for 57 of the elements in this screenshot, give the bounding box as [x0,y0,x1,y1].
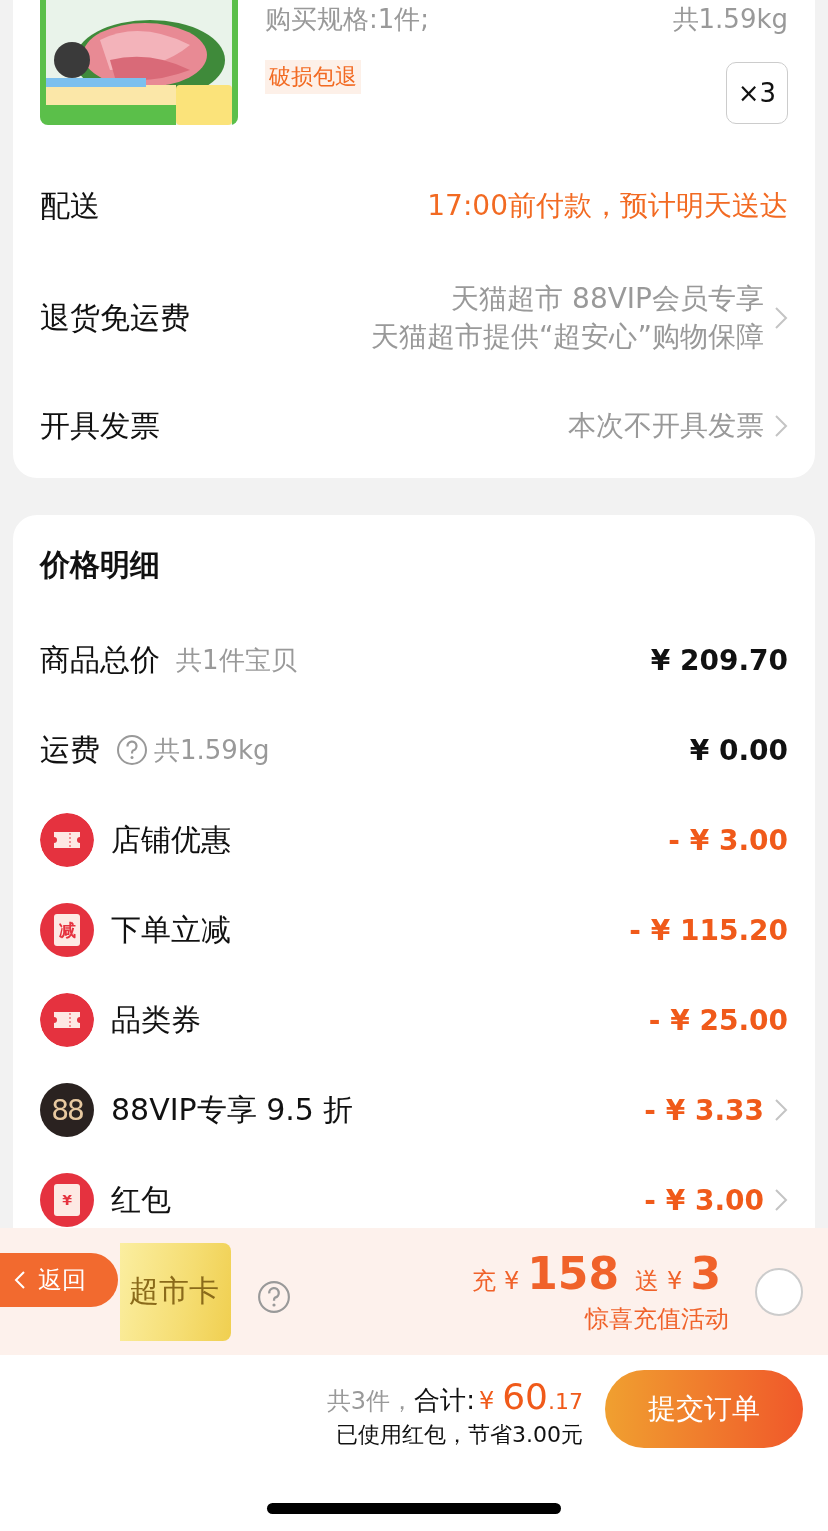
submit-order-button[interactable]: 提交订单 [605,1370,803,1448]
quantity-button[interactable]: ×3 [726,62,788,124]
spec-text: 购买规格:1件; [265,3,430,36]
help-icon[interactable] [257,1279,291,1314]
offer-amount: 3 [690,1248,721,1299]
chevron-icon[interactable] [774,1098,788,1122]
offer-amount: 158 [527,1248,620,1299]
back-icon [14,1269,26,1290]
row-label: 配送 [40,186,100,225]
radio-button[interactable] [755,1267,803,1316]
return-tag: 破损包退 [265,60,361,94]
chevron-icon[interactable] [774,414,788,438]
row-value: 天猫超市 88VIP会员专享 [451,281,764,317]
total-label: 合计: [414,1384,475,1417]
chevron-icon[interactable] [774,1188,788,1212]
total-amount: 60 [502,1376,548,1417]
price-amount: - ¥ 115.20 [629,913,788,947]
currency-sign: ¥ [667,1267,683,1295]
chevron-icon[interactable] [774,306,788,330]
price-label: 商品总价 [40,640,160,679]
price-note: 共1件宝贝 [176,643,297,677]
row-value: 17:00前付款，预计明天送达 [427,188,788,224]
section-title: 价格明细 [40,546,161,584]
price-amount: ¥ 209.70 [650,643,788,677]
ticket-icon [40,813,94,867]
price-amount: - ¥ 3.00 [668,823,788,857]
currency-sign: ¥ [478,1387,495,1415]
price-label: 运费 [40,730,100,769]
price-amount: - ¥ 25.00 [648,1003,788,1037]
price-amount: ¥ 0.00 [689,733,788,767]
help-icon[interactable] [116,734,148,766]
price-amount: - ¥ 3.00 [644,1183,764,1217]
price-label: 红包 [111,1180,171,1219]
price-label: 品类券 [111,1000,201,1039]
price-label: 88VIP专享 9.5 折 [111,1090,354,1129]
row-value: 天猫超市提供“超安心”购物保障 [371,319,764,355]
row-label: 退货免运费 [40,298,190,337]
price-note: 共1.59kg [154,733,270,767]
ticket-icon [40,993,94,1047]
savings-note: 已使用红包，节省3.00元 [336,1421,583,1449]
discount-icon: 减 [40,903,94,957]
weight-text: 共1.59kg [672,3,788,36]
vip-icon: 88 [40,1083,94,1137]
item-count: 共3件， [326,1386,415,1417]
envelope-icon: ¥ [40,1173,94,1227]
row-value: 本次不开具发票 [568,408,764,444]
price-amount: - ¥ 3.33 [644,1093,764,1127]
offer-label: 送 [635,1266,660,1297]
offer-caption: 惊喜充值活动 [585,1304,729,1335]
back-button[interactable]: 返回 [0,1252,118,1307]
gift-card[interactable]: 超市卡 [120,1242,231,1341]
row-label: 开具发票 [40,406,160,445]
price-label: 下单立减 [111,910,231,949]
total-decimal: .17 [548,1389,583,1414]
currency-sign: ¥ [503,1267,520,1295]
price-label: 店铺优惠 [111,820,231,859]
offer-label: 充 [471,1266,496,1297]
